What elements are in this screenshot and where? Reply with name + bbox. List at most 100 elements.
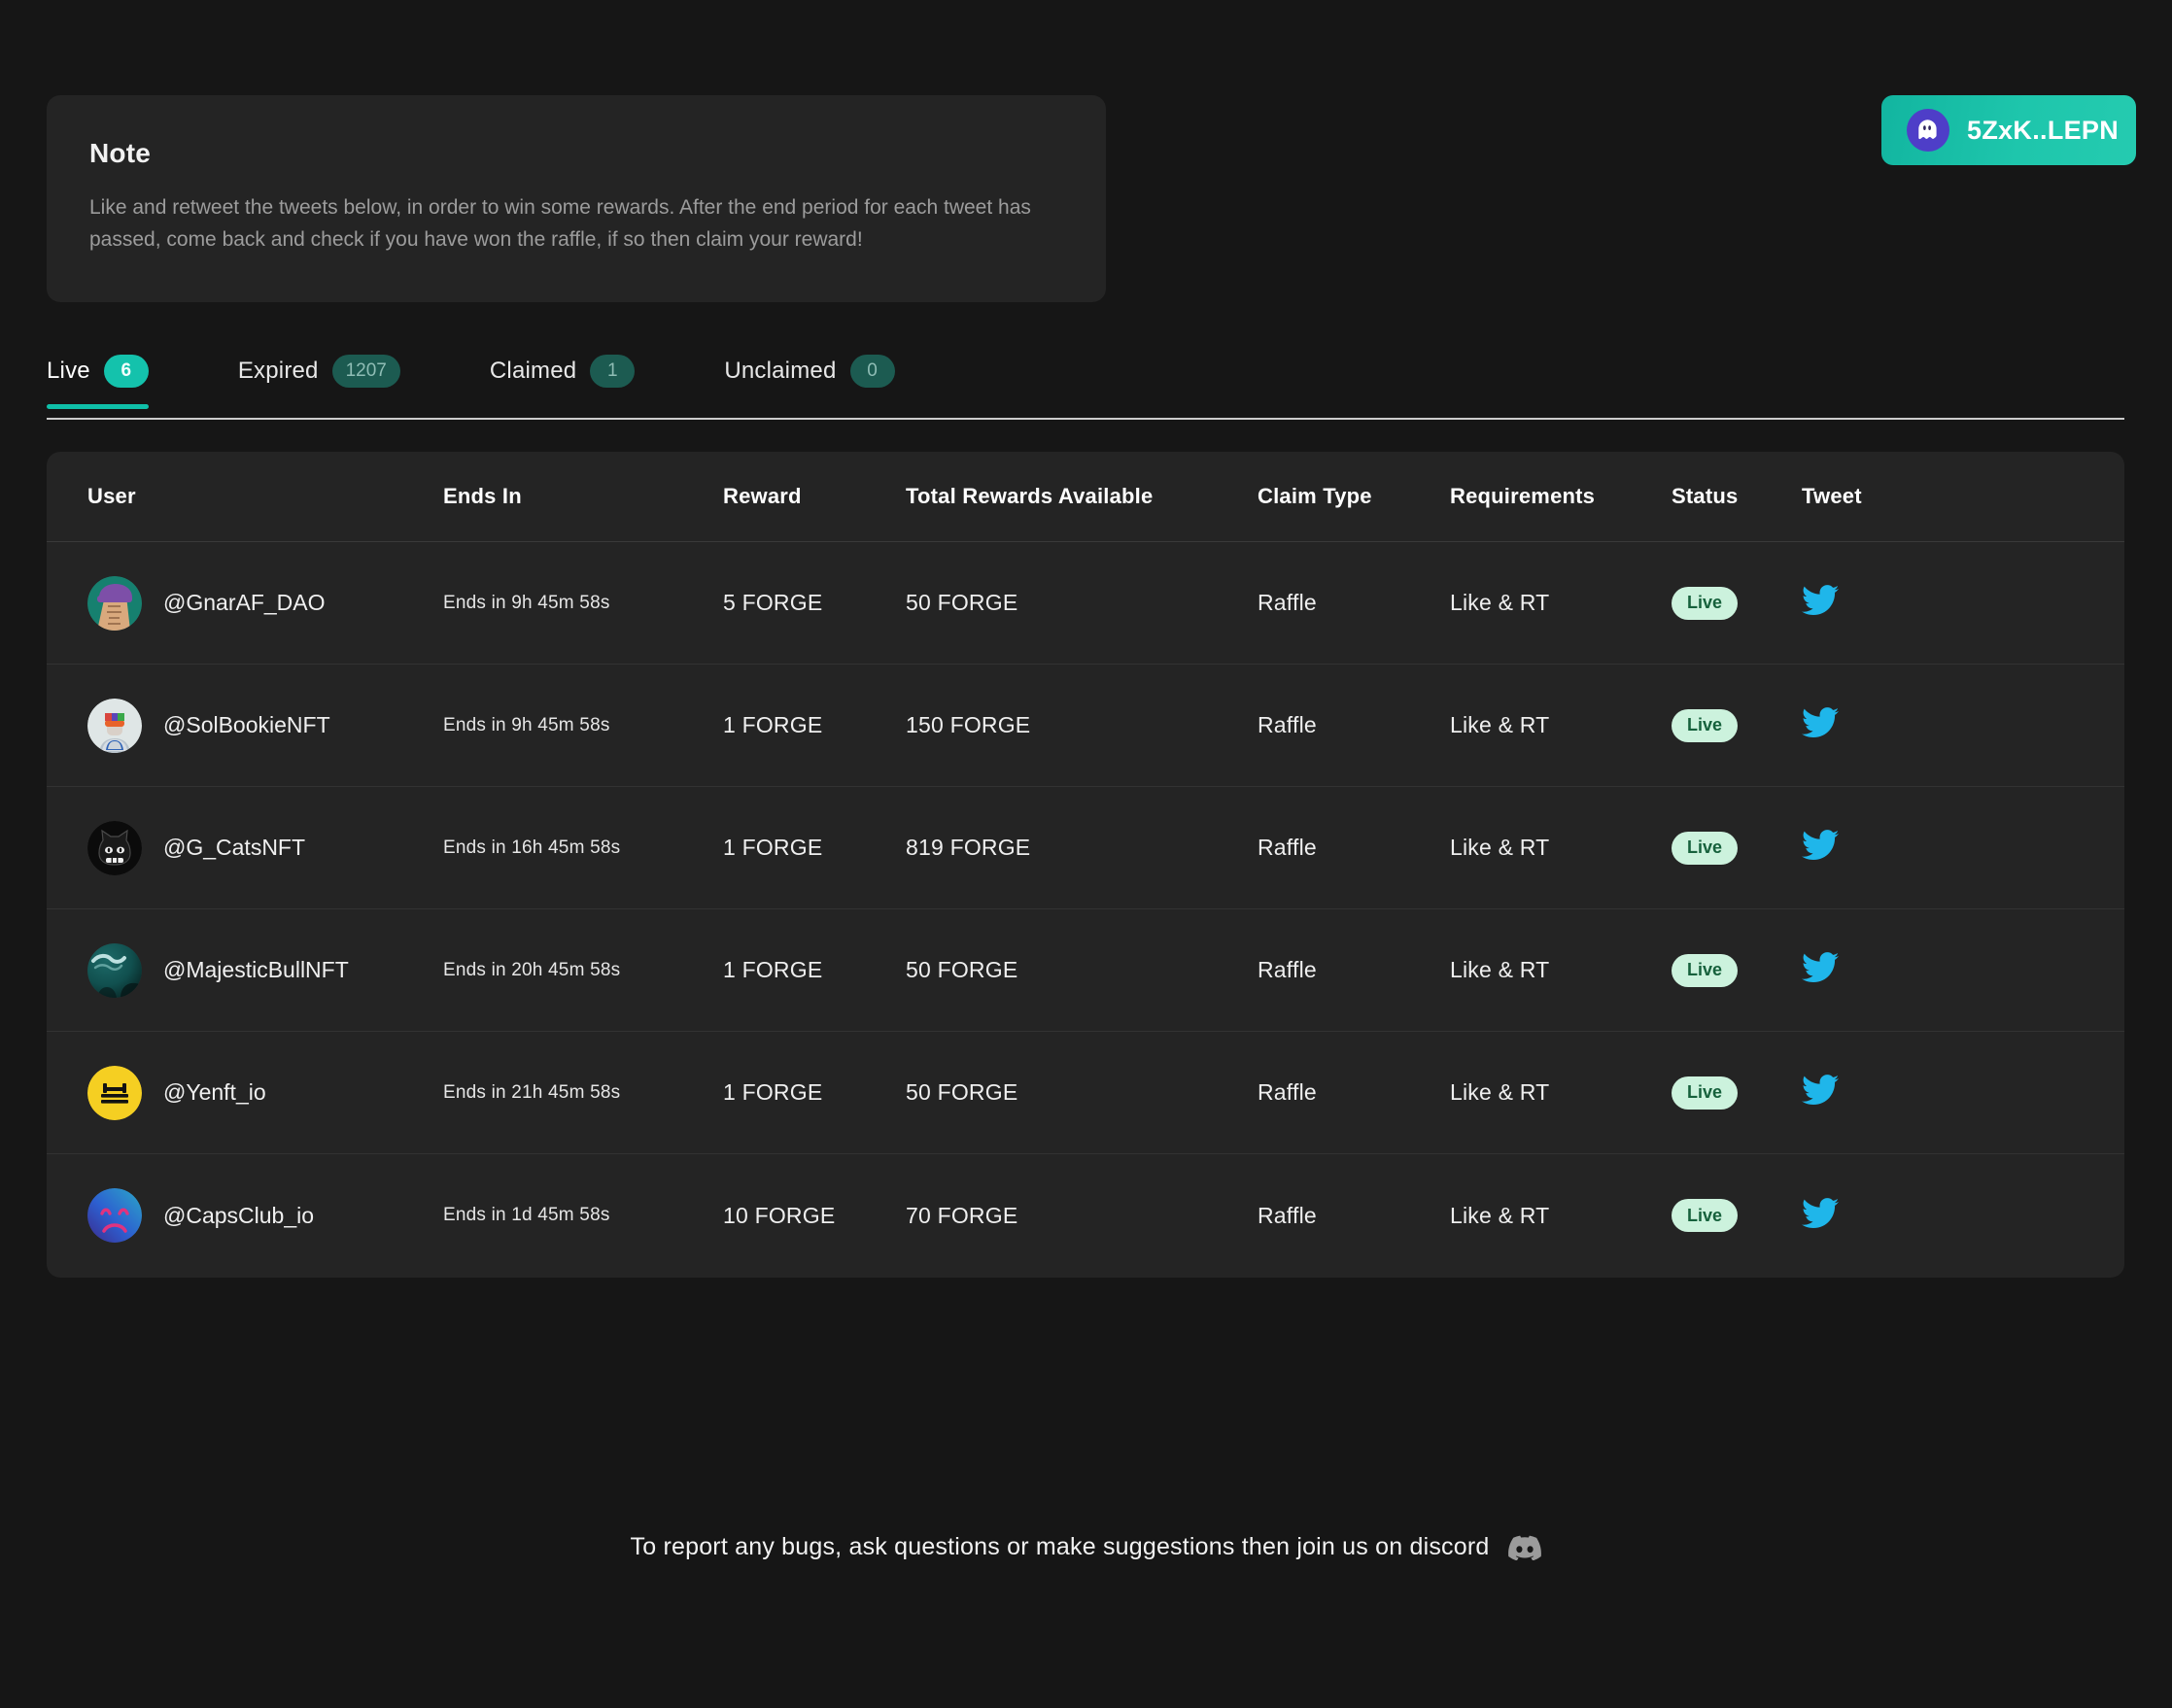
ends-in-value: Ends in 1d 45m 58s <box>443 1205 610 1225</box>
note-card: Note Like and retweet the tweets below, … <box>47 95 1106 302</box>
reward-value: 5 FORGE <box>723 590 822 615</box>
twitter-bird-icon <box>1802 707 1839 738</box>
avatar <box>87 1188 142 1243</box>
footer-text: To report any bugs, ask questions or mak… <box>631 1533 1490 1561</box>
total-rewards-value: 819 FORGE <box>906 835 1030 860</box>
column-header-claim-type: Claim Type <box>1258 484 1372 508</box>
status-tabs: Live 6 Expired 1207 Claimed 1 Unclaimed … <box>47 355 2124 423</box>
tweet-link-button[interactable] <box>1802 585 1839 616</box>
user-handle: @SolBookieNFT <box>163 712 330 738</box>
table-row[interactable]: @G_CatsNFT Ends in 16h 45m 58s 1 FORGE 8… <box>47 787 2124 909</box>
table-row[interactable]: @CapsClub_io Ends in 1d 45m 58s 10 FORGE… <box>47 1154 2124 1277</box>
wallet-address-label: 5ZxK..LEPN <box>1967 116 2119 146</box>
phantom-ghost-icon <box>1907 109 1949 152</box>
status-badge: Live <box>1672 709 1738 742</box>
total-rewards-value: 150 FORGE <box>906 712 1030 737</box>
table-row[interactable]: @MajesticBullNFT Ends in 20h 45m 58s 1 F… <box>47 909 2124 1032</box>
tab-live-label: Live <box>47 358 90 385</box>
avatar <box>87 1066 142 1120</box>
column-header-reward: Reward <box>723 484 802 508</box>
requirements-value: Like & RT <box>1450 1079 1549 1105</box>
twitter-bird-icon <box>1802 952 1839 983</box>
user-handle: @Yenft_io <box>163 1079 266 1106</box>
tab-claimed-label: Claimed <box>490 358 576 385</box>
discord-icon <box>1508 1535 1541 1560</box>
discord-link[interactable] <box>1508 1535 1541 1560</box>
note-body: Like and retweet the tweets below, in or… <box>89 192 1061 256</box>
user-handle: @GnarAF_DAO <box>163 590 326 616</box>
reward-value: 1 FORGE <box>723 957 822 982</box>
raffles-table: User Ends In Reward Total Rewards Availa… <box>47 452 2124 1278</box>
user-handle: @MajesticBullNFT <box>163 957 349 983</box>
tweet-link-button[interactable] <box>1802 952 1839 983</box>
requirements-value: Like & RT <box>1450 712 1549 737</box>
column-header-requirements: Requirements <box>1450 484 1595 508</box>
table-row[interactable]: @SolBookieNFT Ends in 9h 45m 58s 1 FORGE… <box>47 665 2124 787</box>
tweet-link-button[interactable] <box>1802 1198 1839 1229</box>
claim-type-value: Raffle <box>1258 590 1317 615</box>
ends-in-value: Ends in 16h 45m 58s <box>443 837 620 858</box>
tab-expired[interactable]: Expired 1207 <box>238 355 400 409</box>
table-row[interactable]: @GnarAF_DAO Ends in 9h 45m 58s 5 FORGE 5… <box>47 542 2124 665</box>
ends-in-value: Ends in 9h 45m 58s <box>443 715 610 735</box>
tab-live[interactable]: Live 6 <box>47 355 149 409</box>
tab-active-underline <box>47 404 149 409</box>
requirements-value: Like & RT <box>1450 1203 1549 1228</box>
claim-type-value: Raffle <box>1258 1079 1317 1105</box>
tab-live-badge: 6 <box>104 355 149 388</box>
ends-in-value: Ends in 21h 45m 58s <box>443 1082 620 1103</box>
status-badge: Live <box>1672 1076 1738 1110</box>
table-header-row: User Ends In Reward Total Rewards Availa… <box>47 452 2124 542</box>
tweet-link-button[interactable] <box>1802 830 1839 861</box>
total-rewards-value: 70 FORGE <box>906 1203 1017 1228</box>
claim-type-value: Raffle <box>1258 957 1317 982</box>
column-header-user: User <box>87 484 136 509</box>
reward-value: 1 FORGE <box>723 835 822 860</box>
status-badge: Live <box>1672 954 1738 987</box>
footer: To report any bugs, ask questions or mak… <box>0 1533 2172 1561</box>
avatar <box>87 943 142 998</box>
tab-claimed-badge: 1 <box>590 355 635 388</box>
twitter-bird-icon <box>1802 1075 1839 1106</box>
reward-value: 1 FORGE <box>723 1079 822 1105</box>
wallet-address-button[interactable]: 5ZxK..LEPN <box>1881 95 2136 165</box>
tab-expired-badge: 1207 <box>332 355 400 388</box>
avatar <box>87 821 142 875</box>
tab-expired-label: Expired <box>238 358 319 385</box>
column-header-tweet: Tweet <box>1802 484 1862 508</box>
total-rewards-value: 50 FORGE <box>906 1079 1017 1105</box>
tweet-link-button[interactable] <box>1802 707 1839 738</box>
column-header-total-rewards: Total Rewards Available <box>906 484 1153 508</box>
claim-type-value: Raffle <box>1258 712 1317 737</box>
total-rewards-value: 50 FORGE <box>906 957 1017 982</box>
table-row[interactable]: @Yenft_io Ends in 21h 45m 58s 1 FORGE 50… <box>47 1032 2124 1154</box>
reward-value: 10 FORGE <box>723 1203 835 1228</box>
ends-in-value: Ends in 9h 45m 58s <box>443 593 610 613</box>
tab-unclaimed[interactable]: Unclaimed 0 <box>724 355 894 409</box>
twitter-bird-icon <box>1802 1198 1839 1229</box>
status-badge: Live <box>1672 832 1738 865</box>
page-root: Note Like and retweet the tweets below, … <box>0 0 2172 1708</box>
status-badge: Live <box>1672 1199 1738 1232</box>
requirements-value: Like & RT <box>1450 957 1549 982</box>
column-header-status: Status <box>1672 484 1738 508</box>
tweet-link-button[interactable] <box>1802 1075 1839 1106</box>
ends-in-value: Ends in 20h 45m 58s <box>443 960 620 980</box>
avatar <box>87 699 142 753</box>
twitter-bird-icon <box>1802 585 1839 616</box>
tab-unclaimed-label: Unclaimed <box>724 358 836 385</box>
tab-unclaimed-badge: 0 <box>850 355 895 388</box>
note-title: Note <box>89 138 1063 169</box>
twitter-bird-icon <box>1802 830 1839 861</box>
avatar <box>87 576 142 631</box>
tab-claimed[interactable]: Claimed 1 <box>490 355 635 409</box>
requirements-value: Like & RT <box>1450 590 1549 615</box>
total-rewards-value: 50 FORGE <box>906 590 1017 615</box>
user-handle: @G_CatsNFT <box>163 835 305 861</box>
claim-type-value: Raffle <box>1258 835 1317 860</box>
claim-type-value: Raffle <box>1258 1203 1317 1228</box>
tabs-divider <box>47 418 2124 420</box>
user-handle: @CapsClub_io <box>163 1203 314 1229</box>
reward-value: 1 FORGE <box>723 712 822 737</box>
column-header-ends-in: Ends In <box>443 484 522 508</box>
